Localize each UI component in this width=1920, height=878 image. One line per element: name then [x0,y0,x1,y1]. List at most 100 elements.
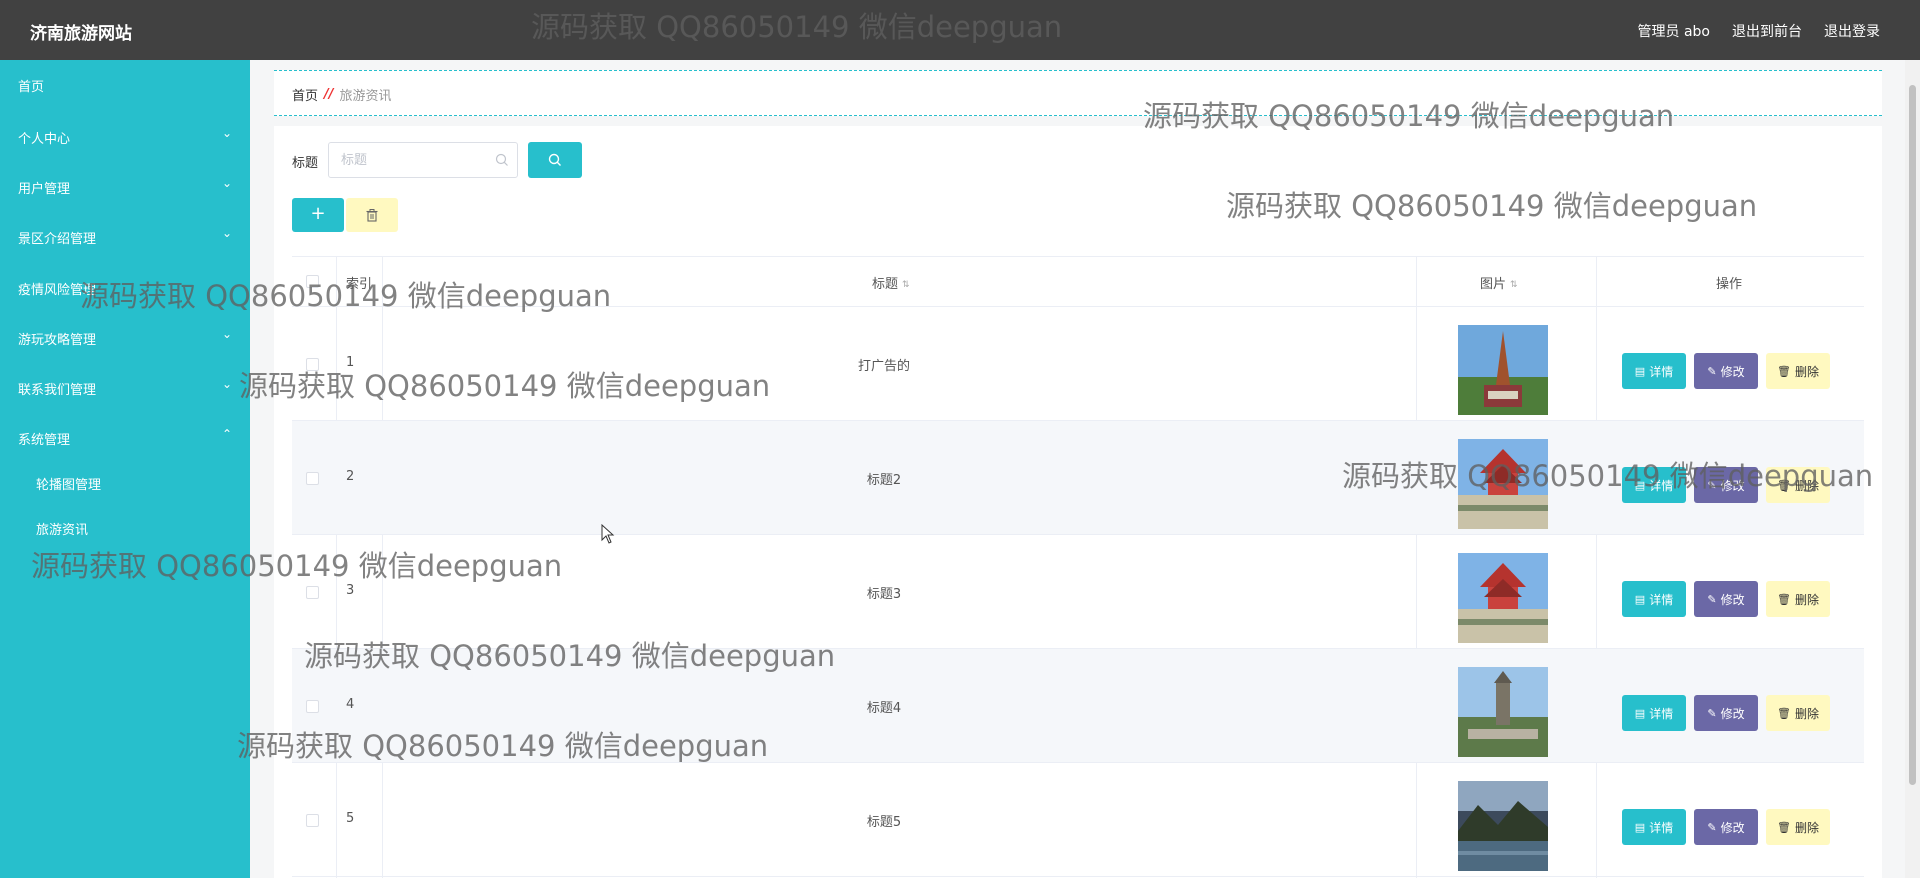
sidebar-subitem-carousel[interactable]: 轮播图管理 [0,460,250,504]
pencil-icon: ✎ [1707,592,1717,606]
page-scrollbar[interactable] [1905,60,1920,878]
sidebar-subitem-travel-news[interactable]: 旅游资讯 [0,505,250,549]
sidebar-item-label: 用户管理 [18,182,71,197]
sidebar-item-contact-management[interactable]: 联系我们管理 ⌄ [0,363,250,413]
sidebar-item-label: 个人中心 [18,132,71,147]
row-image [1458,553,1548,643]
delete-button[interactable]: 🗑 删除 [1766,467,1830,503]
edit-button-label: 修改 [1720,478,1745,493]
row-checkbox[interactable] [306,586,319,599]
row-checkbox[interactable] [306,814,319,827]
select-all-checkbox[interactable] [306,275,319,288]
delete-button[interactable]: 🗑 删除 [1766,809,1830,845]
row-image [1458,667,1548,757]
mouse-cursor-icon [601,524,615,544]
row-index: 4 [346,697,355,712]
table-row: 1 打广告的 ▤ 详情 ✎ 修改 🗑 删除 [292,307,1864,421]
add-button[interactable]: + [292,198,344,232]
admin-label: 管理员 abo [1637,24,1710,40]
sidebar-item-system-management[interactable]: 系统管理 ⌃ [0,413,250,463]
logout-link[interactable]: 退出登录 [1824,21,1880,41]
edit-button-label: 修改 [1720,592,1745,607]
table-row: 4 标题4 ▤ 详情 ✎ 修改 🗑 删除 [292,649,1864,763]
top-links: 管理员 abo 退出到前台 退出登录 [1638,21,1880,41]
batch-delete-button[interactable] [346,198,398,232]
delete-button[interactable]: 🗑 删除 [1766,695,1830,731]
pencil-icon: ✎ [1707,706,1717,720]
edit-button[interactable]: ✎ 修改 [1694,353,1758,389]
sidebar-item-home[interactable]: 首页 [0,60,250,110]
sidebar-item-scenic-management[interactable]: 景区介绍管理 ⌄ [0,212,250,262]
row-title: 标题5 [866,815,902,830]
row-image [1458,439,1548,529]
row-title: 标题3 [866,587,902,602]
search-input[interactable] [329,143,489,177]
column-header-actions: 操作 [1716,277,1743,292]
trash-icon: 🗑 [1777,364,1791,378]
document-icon: ▤ [1634,478,1646,492]
search-icon [548,153,561,166]
edit-button-label: 修改 [1720,820,1745,835]
detail-button[interactable]: ▤ 详情 [1622,353,1686,389]
row-index: 5 [346,811,355,826]
sidebar-item-guide-management[interactable]: 游玩攻略管理 ⌄ [0,313,250,363]
detail-button-label: 详情 [1649,364,1674,379]
row-index: 1 [346,355,355,370]
chevron-down-icon: ⌄ [221,226,232,240]
chevron-down-icon: ⌄ [221,126,232,140]
scrollbar-thumb[interactable] [1909,85,1916,785]
edit-button[interactable]: ✎ 修改 [1694,809,1758,845]
sidebar-item-label: 系统管理 [18,433,71,448]
search-field [328,142,518,178]
sidebar-subitem-label: 轮播图管理 [36,478,102,493]
search-icon [495,153,508,166]
sidebar-item-user-management[interactable]: 用户管理 ⌄ [0,162,250,212]
row-checkbox[interactable] [306,472,319,485]
sidebar-item-label: 联系我们管理 [18,383,97,398]
row-title: 打广告的 [857,359,910,374]
column-header-image-text: 图片 [1480,277,1507,292]
pencil-icon: ✎ [1707,478,1717,492]
trash-icon: 🗑 [1777,478,1791,492]
top-bar: 济南旅游网站 管理员 abo 退出到前台 退出登录 [0,0,1920,60]
main-content: 首页 // 旅游资讯 标题 + [274,60,1882,878]
column-header-index: 索引 [346,277,373,292]
column-header-title[interactable]: 标题 ⇅ [872,273,910,292]
edit-button[interactable]: ✎ 修改 [1694,695,1758,731]
document-icon: ▤ [1634,820,1646,834]
sort-icon: ⇅ [902,279,910,290]
breadcrumb: 首页 // 旅游资讯 [274,70,1882,116]
sidebar-item-label: 游玩攻略管理 [18,333,97,348]
detail-button-label: 详情 [1649,478,1674,493]
edit-button[interactable]: ✎ 修改 [1694,581,1758,617]
detail-button[interactable]: ▤ 详情 [1622,467,1686,503]
document-icon: ▤ [1634,364,1646,378]
chevron-down-icon: ⌄ [221,327,232,341]
detail-button[interactable]: ▤ 详情 [1622,809,1686,845]
table-row: 2 标题2 ▤ 详情 ✎ 修改 🗑 删除 [292,421,1864,535]
sidebar-item-epidemic-management[interactable]: 疫情风险管理 [0,263,250,313]
search-button[interactable] [528,142,582,178]
sidebar-subitem-label: 旅游资讯 [36,523,89,538]
row-image [1458,781,1548,871]
trash-icon: 🗑 [1777,592,1791,606]
detail-button-label: 详情 [1649,592,1674,607]
trash-icon: 🗑 [1777,820,1791,834]
pencil-icon: ✎ [1707,820,1717,834]
delete-button[interactable]: 🗑 删除 [1766,581,1830,617]
exit-to-front-link[interactable]: 退出到前台 [1732,21,1802,41]
breadcrumb-home[interactable]: 首页 [292,85,318,104]
sidebar-item-personal-center[interactable]: 个人中心 ⌄ [0,112,250,162]
row-checkbox[interactable] [306,700,319,713]
row-title: 标题4 [866,701,902,716]
detail-button[interactable]: ▤ 详情 [1622,581,1686,617]
delete-button[interactable]: 🗑 删除 [1766,353,1830,389]
delete-button-label: 删除 [1794,592,1819,607]
row-checkbox[interactable] [306,358,319,371]
chevron-down-icon: ⌄ [221,377,232,391]
column-header-image[interactable]: 图片 ⇅ [1480,273,1518,292]
edit-button[interactable]: ✎ 修改 [1694,467,1758,503]
sort-icon: ⇅ [1510,279,1518,290]
detail-button[interactable]: ▤ 详情 [1622,695,1686,731]
delete-button-label: 删除 [1794,706,1819,721]
